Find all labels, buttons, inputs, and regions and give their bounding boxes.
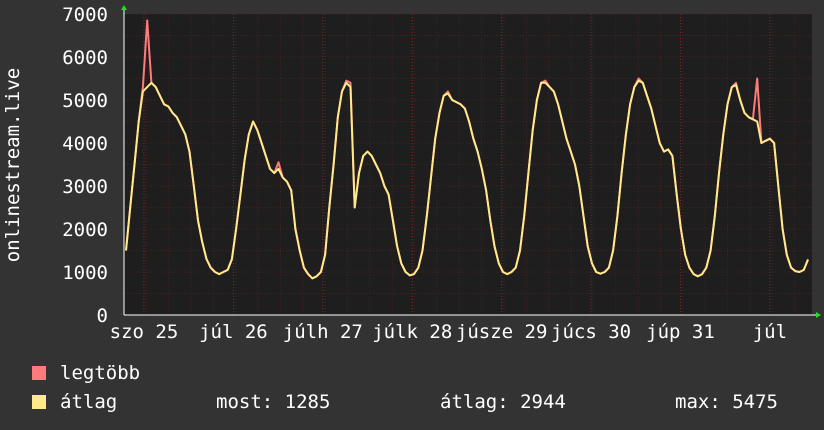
y-tick-label: 5000	[62, 90, 108, 112]
max-color-swatch	[32, 366, 46, 380]
y-tick-label: 2000	[62, 219, 108, 241]
avg-color-swatch	[32, 395, 46, 409]
stat-max: max: 5475	[675, 391, 778, 413]
y-tick-label: 4000	[62, 133, 108, 155]
legend-max-label: legtöbb	[60, 362, 141, 384]
y-tick-label: 6000	[62, 47, 108, 69]
x-tick-label: júcs 30	[551, 321, 631, 343]
y-tick-labels: 0 1000 2000 3000 4000 5000 6000 7000	[62, 4, 108, 327]
x-tick-label: júsze 29	[456, 321, 548, 343]
x-tick-label: szo 25	[110, 321, 179, 343]
y-tick-label: 7000	[62, 4, 108, 26]
stat-now: most: 1285	[216, 391, 331, 413]
y-axis-label: onlinestream.live	[2, 68, 24, 262]
y-tick-label: 0	[97, 305, 108, 327]
x-tick-label: júp 31	[646, 321, 715, 343]
x-tick-label: júlk 28	[372, 321, 452, 343]
x-tick-labels: szo 25 júl 26 júlh 27 júlk 28 júsze 29 júcs 3…	[110, 321, 787, 343]
x-tick-label: júlh 27	[283, 321, 363, 343]
legend-item-avg: átlag	[32, 391, 117, 413]
legend-item-max: legtöbb	[32, 362, 140, 384]
y-axis-arrow-icon	[121, 5, 127, 10]
y-tick-label: 1000	[62, 262, 108, 284]
stat-average: átlag: 2944	[440, 391, 566, 413]
legend-avg-label: átlag	[60, 391, 118, 413]
x-tick-label: júl 26	[199, 321, 268, 343]
x-axis-arrow-icon	[816, 312, 821, 318]
y-tick-label: 3000	[62, 176, 108, 198]
x-tick-label: júl	[753, 321, 787, 343]
